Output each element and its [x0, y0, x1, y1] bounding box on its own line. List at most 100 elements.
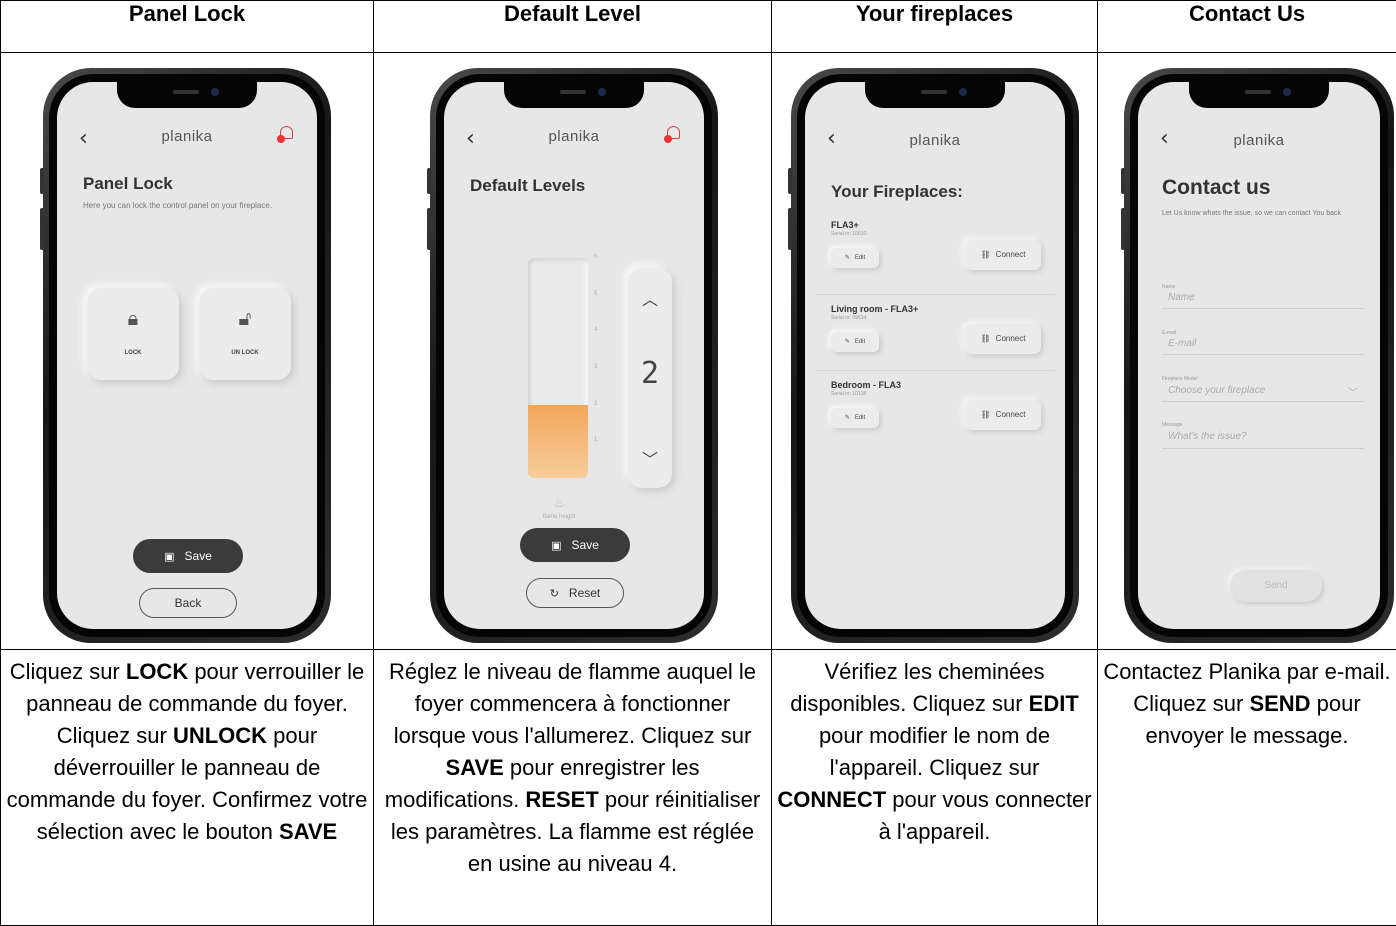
lock-button[interactable]: 🔒︎ LOCK [87, 288, 179, 380]
phone-screen: ‹ planika Panel Lock Here you can lock t… [57, 82, 317, 629]
level-tick-label: 6 [594, 254, 598, 260]
brand-logo: planika [909, 132, 961, 149]
chevron-down-icon[interactable]: ﹀ [628, 446, 672, 470]
contact-screenshot-cell: ‹ planika Contact us Let Us know whats t… [1097, 52, 1396, 650]
reset-label: Reset [568, 586, 601, 600]
edit-button[interactable]: ✎ Edit [831, 332, 879, 352]
model-select[interactable]: Choose your fireplace [1168, 385, 1265, 396]
phone-screen: ‹ planika Default Levels 654321 ♨ flame … [444, 82, 704, 629]
level-value: 2 [640, 356, 660, 391]
edit-label: Edit [854, 339, 866, 345]
phone-notch [865, 82, 1005, 108]
fireplace-name: FLA3+ [831, 220, 859, 230]
field-underline [1162, 308, 1364, 309]
edit-button[interactable]: ✎ Edit [831, 408, 879, 428]
edit-button[interactable]: ✎ Edit [831, 248, 879, 268]
caption-text: pour modifier le nom de l'appareil. Cliq… [818, 723, 1051, 780]
phone-screen: ‹ planika Your Fireplaces: FLA3+ Serial … [805, 82, 1065, 629]
fireplace-serial: Serial nr: 10138 [831, 391, 867, 397]
edit-icon: ✎ [844, 338, 850, 345]
caption-keyword: RESET [525, 787, 599, 812]
message-field-label: Message [1162, 422, 1183, 428]
list-item: Bedroom - FLA3 Serial nr: 10138 ✎ Edit ⛓ C… [831, 380, 1041, 450]
brand-logo: planika [1233, 132, 1285, 149]
save-label: Save [571, 538, 599, 552]
email-field[interactable]: E-mail [1168, 338, 1196, 349]
connect-button[interactable]: ⛓ Connect [965, 240, 1041, 270]
caption-keyword: UNLOCK [172, 723, 268, 748]
edit-icon: ✎ [844, 414, 850, 421]
level-tick-label: 4 [594, 327, 598, 333]
divider [815, 370, 1055, 371]
fireplace-serial: Serial nr: 09614 [831, 315, 867, 321]
edit-label: Edit [854, 255, 866, 261]
flame-icon: ♨ [554, 496, 565, 510]
reset-icon: ↻ [549, 587, 559, 600]
name-field-label: Name [1162, 284, 1176, 290]
level-fill [528, 405, 588, 478]
phone-notch [504, 82, 644, 108]
field-underline [1162, 401, 1364, 402]
send-button[interactable]: Send [1230, 570, 1322, 602]
caption-keyword: CONNECT [777, 787, 887, 812]
screen-subtitle: Let Us know whats the issue, so we can c… [1162, 210, 1341, 217]
lock-icon: 🔒︎ [127, 306, 139, 330]
level-stepper: ︿ 2 ﹀ [628, 268, 672, 488]
field-underline [1162, 354, 1364, 355]
connect-button[interactable]: ⛓ Connect [965, 400, 1041, 430]
save-button[interactable]: ▣ Save [133, 539, 243, 573]
caption-keyword: SAVE [445, 755, 504, 780]
link-icon: ⛓ [980, 334, 991, 343]
fireplace-name: Bedroom - FLA3 [831, 380, 902, 390]
fireplace-name: Living room - FLA3+ [831, 304, 919, 314]
caption-panel-lock: Cliquez sur LOCK pour verrouiller le pan… [0, 649, 374, 926]
chevron-down-icon[interactable]: ﹀ [1348, 384, 1358, 399]
phone-notch [117, 82, 257, 108]
save-button[interactable]: ▣ Save [520, 528, 630, 562]
phone-mockup: ‹ planika Default Levels 654321 ♨ flame … [427, 68, 718, 643]
divider [815, 294, 1055, 295]
caption-keyword: LOCK [125, 659, 189, 684]
level-caption: flame height [542, 514, 576, 520]
list-item: Living room - FLA3+ Serial nr: 09614 ✎ Ed… [831, 304, 1041, 374]
back-button[interactable]: Back [139, 588, 237, 618]
level-tick-label: 5 [594, 291, 598, 297]
model-field-label: Fireplace Model [1162, 376, 1198, 382]
bell-icon[interactable] [277, 126, 295, 144]
save-icon: ▣ [164, 550, 175, 563]
lock-label: LOCK [124, 350, 142, 356]
panel-lock-screenshot-cell: ‹ planika Panel Lock Here you can lock t… [0, 52, 374, 650]
screen-subtitle: Here you can lock the control panel on y… [83, 201, 272, 210]
unlock-label: UN LOCK [231, 350, 259, 356]
level-tick-label: 1 [594, 437, 598, 443]
reset-button[interactable]: ↻ Reset [526, 578, 624, 608]
bell-icon[interactable] [664, 126, 682, 144]
caption-default-level: Réglez le niveau de flamme auquel le foy… [373, 649, 772, 926]
list-item: FLA3+ Serial nr: 10010 ✎ Edit ⛓ Connect [831, 220, 1041, 290]
message-field[interactable]: What's the issue? [1168, 431, 1247, 442]
caption-keyword: SAVE [278, 819, 338, 844]
connect-button[interactable]: ⛓ Connect [965, 324, 1041, 354]
header-default-level: Default Level [373, 0, 772, 53]
save-icon: ▣ [551, 539, 562, 552]
level-tick-label: 3 [594, 364, 598, 370]
unlock-button[interactable]: 🔓︎ UN LOCK [199, 288, 291, 380]
chevron-up-icon[interactable]: ︿ [628, 286, 672, 310]
caption-text: Réglez le niveau de flamme auquel le foy… [389, 659, 756, 748]
field-underline [1162, 448, 1364, 449]
phone-mockup: ‹ planika Your Fireplaces: FLA3+ Serial … [788, 68, 1079, 643]
default-level-screenshot-cell: ‹ planika Default Levels 654321 ♨ flame … [373, 52, 772, 650]
caption-contact-us: Contactez Planika par e-mail. Cliquez su… [1097, 649, 1396, 926]
edit-label: Edit [854, 415, 866, 421]
email-field-label: E-mail [1162, 330, 1177, 336]
level-tick-label: 2 [594, 401, 598, 407]
header-your-fireplaces: Your fireplaces [771, 0, 1098, 53]
screen-title: Contact us [1162, 176, 1271, 199]
phone-notch [1189, 82, 1329, 108]
phone-mockup: ‹ planika Contact us Let Us know whats t… [1121, 68, 1394, 643]
caption-text: Vérifiez les cheminées disponibles. Cliq… [790, 659, 1045, 716]
back-label: Back [174, 596, 202, 610]
connect-label: Connect [995, 250, 1026, 259]
name-field[interactable]: Name [1168, 292, 1195, 303]
screen-title: Your Fireplaces: [831, 182, 963, 201]
